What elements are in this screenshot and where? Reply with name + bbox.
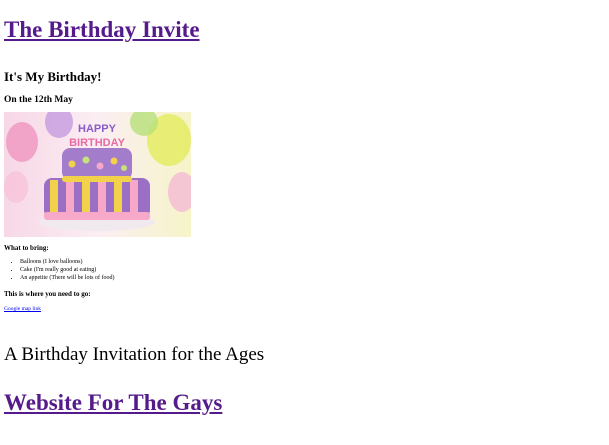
invite-date: On the 12th May [4, 95, 73, 105]
topper-text-2: BIRTHDAY [69, 137, 125, 149]
birthday-cake-image: HAPPY BIRTHDAY [4, 112, 191, 237]
google-map-link[interactable]: Google map link [4, 306, 41, 313]
invite-heading: It's My Birthday! [4, 69, 102, 84]
topper-text-1: HAPPY [78, 123, 117, 135]
page-title-link[interactable]: The Birthday Invite [4, 17, 200, 42]
bring-heading: What to bring: [4, 244, 49, 252]
tagline: A Birthday Invitation for the Ages [4, 344, 265, 365]
list-item: An appetite (There will be lots of food) [20, 274, 114, 282]
footer-title-link[interactable]: Website For The Gays [4, 390, 222, 415]
location-heading: This is where you need to go: [4, 290, 91, 298]
page-title[interactable]: The Birthday Invite [4, 16, 200, 44]
bring-list: Balloons (I love balloons) Cake (I'm rea… [0, 258, 114, 282]
list-item: Balloons (I love balloons) [20, 258, 114, 266]
list-item: Cake (I'm really good at eating) [20, 266, 114, 274]
footer-title[interactable]: Website For The Gays [4, 389, 222, 417]
